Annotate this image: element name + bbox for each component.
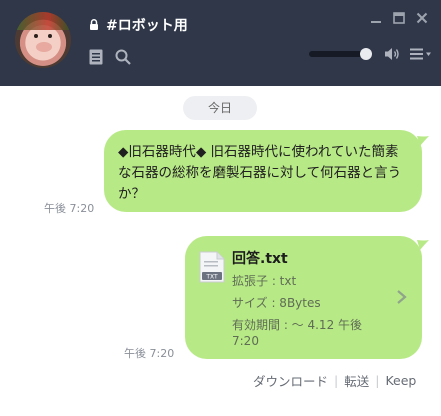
bubble-tail — [417, 240, 429, 250]
file-extension: 拡張子 : txt — [232, 274, 297, 288]
txt-file-icon: TXT — [199, 251, 225, 283]
keep-link[interactable]: Keep — [385, 373, 416, 388]
file-expiry: 有効期間 : ～ 4.12 午後 — [232, 318, 363, 332]
notes-icon[interactable] — [89, 49, 103, 65]
chat-title: #ロボット用 — [106, 18, 188, 34]
search-icon[interactable] — [115, 49, 131, 65]
message-bubble[interactable]: ◆旧石器時代◆ 旧石器時代に使われていた簡素な石器の総称を磨製石器に対して何石器… — [104, 130, 422, 212]
message-timestamp: 午後 7:20 — [124, 347, 175, 360]
file-expiry-time: 7:20 — [232, 334, 259, 348]
chevron-right-icon[interactable] — [396, 289, 408, 305]
forward-link[interactable]: 転送 — [344, 371, 369, 390]
date-separator: 今日 — [183, 96, 257, 120]
file-actions: ダウンロード | 転送 | Keep — [253, 371, 416, 389]
message-timestamp: 午後 7:20 — [44, 202, 95, 215]
volume-slider[interactable] — [309, 51, 367, 57]
avatar[interactable] — [15, 12, 71, 68]
avatar-decoration — [15, 12, 71, 30]
bubble-tail — [417, 136, 429, 146]
file-size: サイズ : 8Bytes — [232, 296, 321, 310]
menu-icon[interactable] — [410, 48, 432, 60]
speaker-icon[interactable] — [384, 47, 400, 61]
avatar-snout — [36, 42, 52, 52]
action-divider: | — [334, 373, 339, 388]
volume-slider-handle[interactable] — [360, 48, 372, 60]
maximize-icon[interactable] — [392, 11, 406, 25]
file-name[interactable]: 回答.txt — [232, 248, 288, 268]
close-icon[interactable] — [415, 11, 429, 25]
action-divider: | — [375, 373, 380, 388]
avatar-eye-left — [34, 34, 38, 38]
chat-header: #ロボット用 — [0, 0, 441, 86]
avatar-eye-right — [48, 34, 52, 38]
chat-window: #ロボット用 今日 午後 7:20 ◆旧石器時代◆ 旧石器時代に使われていた簡素… — [0, 0, 441, 416]
message-text: ◆旧石器時代◆ 旧石器時代に使われていた簡素な石器の総称を磨製石器に対して何石器… — [118, 144, 402, 202]
download-link[interactable]: ダウンロード — [253, 371, 328, 390]
minimize-icon[interactable] — [369, 11, 383, 25]
svg-text:TXT: TXT — [205, 274, 218, 281]
lock-icon — [90, 19, 98, 30]
